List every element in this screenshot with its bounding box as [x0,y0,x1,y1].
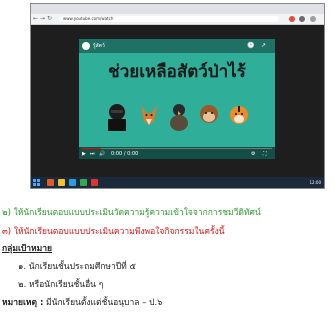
target-group-heading: กลุ่มเป้าหมาย [2,244,52,254]
fox-icon [141,105,157,125]
video-time: 0:00 / 0:00 [111,151,139,157]
share-icon[interactable]: ↗ [261,42,266,50]
poacher-icon [108,104,126,131]
next-icon[interactable]: ⏭ [90,151,95,157]
video-progress-fill [82,148,101,149]
vulture-icon [170,104,188,131]
menu-icon[interactable] [310,16,316,22]
back-icon[interactable]: ← [33,15,38,23]
note-label: หมายเหตุ : [2,298,44,308]
fullscreen-icon[interactable]: ⛶ [263,151,267,157]
monkey-icon [200,105,218,123]
windows-taskbar: 12:00 [31,177,324,188]
embedded-screenshot: ← → ↻ www.youtube.com/watch รู้สัตว์ 🕒 ↗… [30,3,325,189]
browser-address-bar: ← → ↻ www.youtube.com/watch [31,14,324,25]
watch-later-icon[interactable]: 🕒 [247,42,254,50]
volume-icon[interactable]: 🔊 [99,151,105,157]
extension-icon[interactable] [289,16,295,22]
reload-icon[interactable]: ↻ [47,15,52,23]
target-item-2: ๒. หรือนักเรียนชั้นอื่น ๆ [18,280,104,290]
video-progress-track[interactable] [82,148,272,149]
profile-icon[interactable] [299,16,305,22]
taskbar-app-icon[interactable] [91,179,98,186]
animal-illustrations [105,101,255,131]
forward-icon[interactable]: → [40,15,45,23]
note-text: มีนักเรียนตั้งแต่ชั้นอนุบาล – ป.๖ [43,298,163,308]
youtube-page: รู้สัตว์ 🕒 ↗ ช่วยเหลือสัตว์ป่าไร้ ▶ ⏭ 🔊 … [31,25,324,177]
instruction-item-2: ๒) ให้นักเรียนตอบแบบประเมินวัดความรู้ควา… [2,208,261,218]
video-controls: ▶ ⏭ 🔊 0:00 / 0:00 ⚙ ⛶ [79,147,275,159]
taskbar-app-icon[interactable] [69,179,76,186]
taskbar-folder-icon[interactable] [58,179,65,186]
windows-start-icon[interactable] [33,179,40,186]
taskbar-chrome-icon[interactable] [80,179,87,186]
video-player[interactable]: รู้สัตว์ 🕒 ↗ ช่วยเหลือสัตว์ป่าไร้ ▶ ⏭ 🔊 … [79,39,275,159]
channel-avatar[interactable] [82,42,90,50]
target-item-1: ๑. นักเรียนชั้นประถมศึกษาปีที่ ๕ [18,262,136,272]
note-line: หมายเหตุ : มีนักเรียนตั้งแต่ชั้นอนุบาล –… [2,297,163,309]
instruction-item-3: ๓) ให้นักเรียนตอบแบบประเมินความพึงพอใจกิ… [2,227,225,237]
taskbar-app-icon[interactable] [47,179,54,186]
tiger-icon [230,106,248,124]
browser-titlebar [31,4,324,14]
video-top-bar: รู้สัตว์ 🕒 ↗ [79,39,275,53]
play-icon[interactable]: ▶ [82,151,86,157]
channel-title[interactable]: รู้สัตว์ [93,42,105,50]
url-field[interactable]: www.youtube.com/watch [59,16,279,22]
settings-icon[interactable]: ⚙ [251,151,255,157]
video-title: ช่วยเหลือสัตว์ป่าไร้ [108,62,246,82]
taskbar-clock: 12:00 [309,180,321,185]
